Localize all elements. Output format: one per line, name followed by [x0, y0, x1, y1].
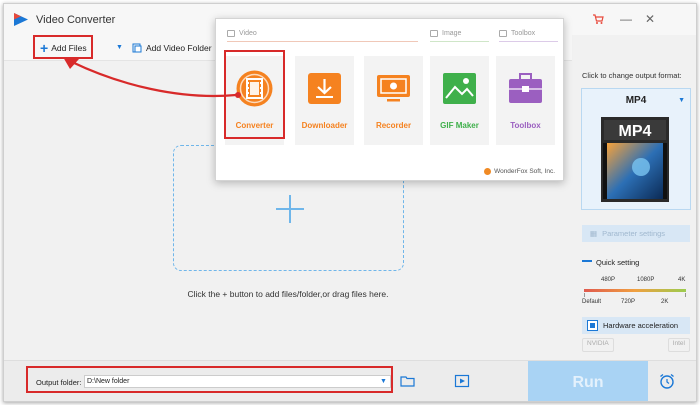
annotation-arrow [63, 57, 241, 98]
